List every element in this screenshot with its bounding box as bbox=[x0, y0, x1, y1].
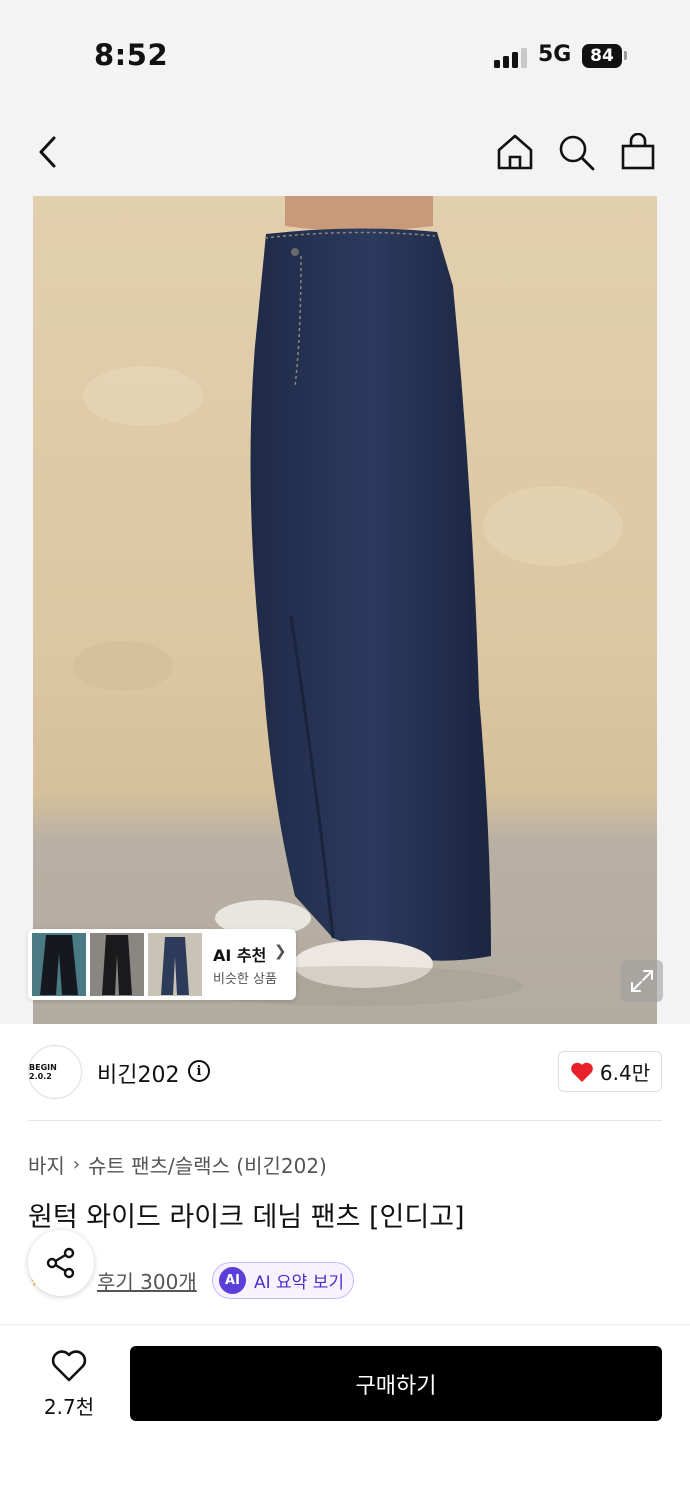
brand-like-button[interactable]: 6.4만 bbox=[558, 1051, 662, 1092]
chevron-left-icon bbox=[39, 136, 56, 168]
expand-image-button[interactable] bbox=[621, 960, 663, 1002]
product-title: 원턱 와이드 라이크 데님 팬츠 [인디고] bbox=[28, 1202, 465, 1233]
chevron-right-icon: ❯ bbox=[274, 942, 287, 960]
divider bbox=[28, 1120, 662, 1121]
breadcrumb: 바지 › 슈트 팬츠/슬랙스 (비긴202) bbox=[28, 1150, 327, 1179]
product-photo-illustration bbox=[73, 196, 623, 1006]
cart-button[interactable] bbox=[616, 130, 660, 174]
back-button[interactable] bbox=[26, 130, 70, 174]
home-button[interactable] bbox=[493, 130, 537, 174]
battery-icon: 84 bbox=[582, 44, 622, 68]
similar-product-image bbox=[40, 935, 78, 995]
similar-product-thumb[interactable] bbox=[148, 933, 202, 996]
breadcrumb-category[interactable]: 바지 bbox=[28, 1150, 65, 1179]
ai-badge-icon: AI bbox=[219, 1267, 246, 1294]
top-nav-bar bbox=[0, 110, 690, 196]
ai-summary-button[interactable]: AI AI 요약 보기 bbox=[212, 1262, 354, 1299]
heart-filled-icon bbox=[571, 1062, 593, 1082]
ai-recommend-card[interactable]: AI 추천 ❯ 비슷한 상품 bbox=[28, 929, 296, 1000]
similar-product-thumb[interactable] bbox=[90, 933, 144, 996]
wishlist-button[interactable]: 2.7천 bbox=[36, 1346, 102, 1420]
network-type: 5G bbox=[538, 42, 572, 67]
buy-button[interactable]: 구매하기 bbox=[130, 1346, 662, 1421]
search-icon bbox=[559, 135, 595, 171]
product-image[interactable] bbox=[33, 196, 657, 1024]
status-time: 8:52 bbox=[94, 38, 169, 72]
share-icon bbox=[46, 1247, 75, 1279]
search-button[interactable] bbox=[554, 130, 598, 174]
home-icon bbox=[497, 134, 533, 170]
similar-product-image bbox=[161, 937, 189, 995]
similar-product-image bbox=[102, 935, 132, 995]
breadcrumb-subcategory[interactable]: 슈트 팬츠/슬랙스 (비긴202) bbox=[88, 1150, 327, 1179]
wishlist-count: 2.7천 bbox=[43, 1395, 95, 1419]
chevron-right-icon: › bbox=[72, 1154, 81, 1175]
brand-like-count: 6.4만 bbox=[599, 1061, 651, 1085]
bottom-bar-divider bbox=[0, 1324, 690, 1325]
cellular-signal-icon bbox=[494, 46, 528, 68]
shopping-bag-icon bbox=[621, 133, 655, 170]
expand-icon bbox=[631, 970, 653, 992]
review-link[interactable]: 후기 300개 bbox=[97, 1266, 197, 1295]
brand-logo[interactable]: BEGIN 2.0.2 bbox=[28, 1045, 82, 1099]
ai-summary-label: AI 요약 보기 bbox=[254, 1273, 345, 1293]
info-icon[interactable]: i bbox=[188, 1060, 210, 1082]
status-bar: 8:52 5G 84 bbox=[0, 0, 690, 110]
battery-cap bbox=[624, 51, 627, 60]
ai-recommend-title: AI 추천 bbox=[213, 946, 267, 965]
similar-product-thumb[interactable] bbox=[32, 933, 86, 996]
brand-name[interactable]: 비긴202 bbox=[97, 1057, 179, 1089]
share-button[interactable] bbox=[28, 1230, 94, 1296]
ai-recommend-subtitle: 비슷한 상품 bbox=[213, 972, 277, 987]
heart-outline-icon bbox=[51, 1350, 87, 1382]
